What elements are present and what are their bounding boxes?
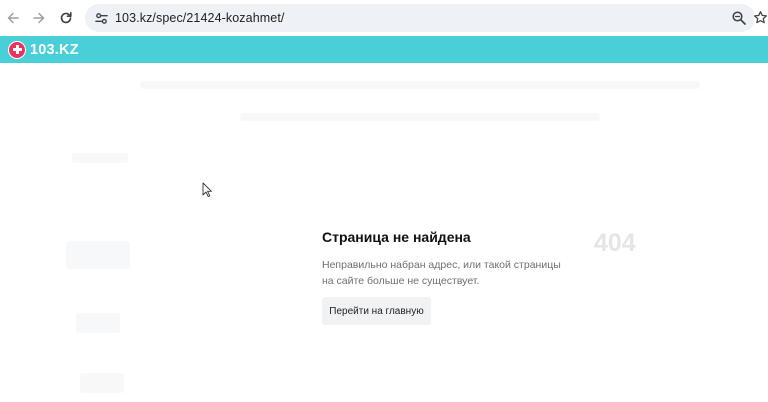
mouse-cursor-icon	[202, 182, 212, 198]
main-content: Страница не найдена 404 Неправильно набр…	[0, 63, 768, 402]
forward-button[interactable]	[29, 8, 49, 28]
address-bar[interactable]: 103.kz/spec/21424-kozahmet/	[85, 4, 755, 32]
go-home-button[interactable]: Перейти на главную	[322, 297, 431, 325]
star-icon[interactable]	[753, 10, 768, 25]
reload-icon	[60, 12, 72, 24]
site-logo[interactable]: 103.KZ	[8, 40, 79, 59]
background-placeholder	[76, 313, 120, 333]
url-text[interactable]: 103.kz/spec/21424-kozahmet/	[115, 11, 284, 25]
arrow-left-icon	[7, 12, 19, 24]
logo-text: 103.KZ	[30, 41, 79, 58]
background-placeholder	[240, 113, 600, 121]
error-code: 404	[594, 229, 636, 257]
tune-icon[interactable]	[93, 10, 109, 26]
medical-cross-icon	[8, 40, 26, 59]
background-placeholder	[66, 241, 130, 269]
background-placeholder	[140, 81, 700, 89]
background-placeholder	[72, 153, 128, 163]
zoom-icon[interactable]	[731, 10, 747, 26]
site-header: 103.KZ	[0, 36, 768, 63]
error-description: Неправильно набран адрес, или такой стра…	[322, 259, 561, 287]
browser-toolbar: 103.kz/spec/21424-kozahmet/	[0, 0, 768, 36]
page-title: Страница не найдена	[322, 229, 471, 245]
arrow-right-icon	[33, 12, 45, 24]
back-button[interactable]	[3, 8, 23, 28]
reload-button[interactable]	[56, 8, 76, 28]
background-placeholder	[80, 373, 124, 393]
